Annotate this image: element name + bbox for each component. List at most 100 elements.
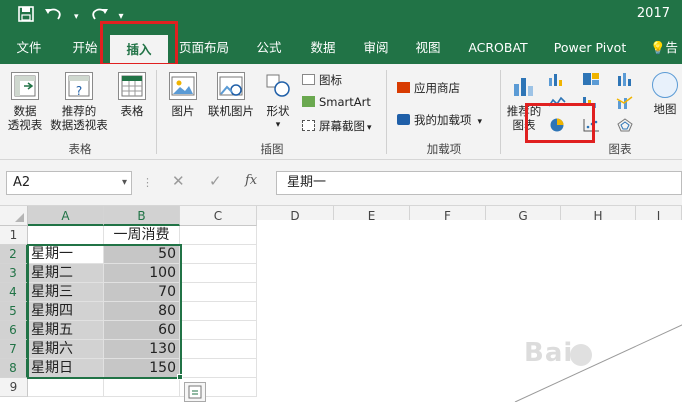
insert-function-icon[interactable]: fx (245, 173, 257, 188)
screenshot-icon (302, 120, 315, 131)
column-header-b[interactable]: B (104, 206, 180, 226)
store-button[interactable]: 应用商店 (397, 80, 460, 96)
cell-b9[interactable] (104, 378, 180, 397)
row-header-7[interactable]: 7 (0, 340, 28, 359)
screenshot-button[interactable]: 屏幕截图 ▾ (302, 118, 372, 134)
cell-b6[interactable]: 60 (104, 321, 180, 340)
chart-area-edge (514, 324, 682, 402)
row-header-9[interactable]: 9 (0, 378, 28, 397)
row-header-8[interactable]: 8 (0, 359, 28, 378)
ribbon-separator (156, 70, 157, 154)
tables-group-label: 表格 (68, 142, 92, 156)
cell-c6[interactable] (180, 321, 257, 340)
worksheet-grid: A B C D E F G H I 1 2 3 4 5 6 7 8 9 一周消费… (0, 206, 682, 402)
cell-a9[interactable] (28, 378, 104, 397)
cell-b5[interactable]: 80 (104, 302, 180, 321)
screenshot-dropdown-icon: ▾ (367, 123, 372, 133)
undo-dropdown-icon[interactable]: ▾ (74, 7, 79, 27)
my-addins-button[interactable]: 我的加载项 ▾ (397, 112, 482, 128)
quick-analysis-button[interactable] (184, 382, 206, 402)
cell-a8[interactable]: 星期日 (28, 359, 104, 378)
pivot-table-icon (11, 72, 39, 100)
save-icon[interactable] (18, 6, 34, 27)
select-all-corner[interactable] (0, 206, 28, 226)
column-header-c[interactable]: C (180, 206, 257, 226)
shapes-dropdown-icon: ▾ (275, 120, 281, 130)
fill-handle[interactable] (177, 374, 183, 380)
pictures-button[interactable]: 图片 (164, 72, 202, 118)
column-chart-icon[interactable] (548, 72, 566, 86)
cell-b7[interactable]: 130 (104, 340, 180, 359)
row-header-1[interactable]: 1 (0, 226, 28, 245)
icons-icon (302, 74, 315, 85)
tab-data[interactable]: 数据 (301, 32, 345, 64)
cell-c7[interactable] (180, 340, 257, 359)
radar-chart-icon[interactable] (616, 118, 634, 132)
my-addins-icon (397, 114, 410, 125)
ribbon-separator (386, 70, 387, 154)
recommended-pivot-button[interactable]: ? 推荐的 数据透视表 (46, 72, 112, 132)
combo-chart-icon[interactable] (616, 95, 634, 109)
cell-c1[interactable] (180, 226, 257, 245)
name-box[interactable]: A2 ▾ (6, 171, 132, 195)
watermark-paw-icon (570, 344, 592, 366)
cell-a1[interactable] (28, 226, 104, 245)
watermark-text: Bai (524, 338, 574, 368)
cell-b4[interactable]: 70 (104, 283, 180, 302)
highlight-insert-tab (100, 21, 178, 66)
name-box-dropdown-icon[interactable]: ▾ (122, 172, 127, 194)
tab-page-layout[interactable]: 页面布局 (174, 32, 234, 64)
statistic-chart-icon[interactable] (616, 72, 634, 86)
shapes-button[interactable]: 形状 ▾ (260, 72, 296, 132)
row-header-2[interactable]: 2 (0, 245, 28, 264)
cancel-icon[interactable]: ✕ (172, 172, 185, 190)
row-header-6[interactable]: 6 (0, 321, 28, 340)
cell-a2[interactable]: 星期一 (28, 245, 104, 264)
row-header-5[interactable]: 5 (0, 302, 28, 321)
enter-icon[interactable]: ✓ (209, 172, 222, 190)
undo-icon[interactable] (44, 6, 64, 27)
hierarchy-chart-icon[interactable] (582, 72, 600, 86)
icons-button[interactable]: 图标 (302, 72, 342, 88)
cell-b2[interactable]: 50 (104, 245, 180, 264)
formula-bar-grip-icon: ⋮ (142, 176, 153, 189)
formula-bar: A2 ▾ ⋮ ✕ ✓ fx 星期一 (0, 160, 682, 206)
row-header-4[interactable]: 4 (0, 283, 28, 302)
tab-formulas[interactable]: 公式 (247, 32, 291, 64)
column-header-a[interactable]: A (28, 206, 104, 226)
cell-a5[interactable]: 星期四 (28, 302, 104, 321)
cell-a4[interactable]: 星期三 (28, 283, 104, 302)
tab-acrobat[interactable]: ACROBAT (460, 32, 536, 64)
cell-b1[interactable]: 一周消费 (104, 226, 180, 245)
cell-c2[interactable] (180, 245, 257, 264)
cell-a6[interactable]: 星期五 (28, 321, 104, 340)
charts-group-label: 图表 (608, 142, 632, 156)
tab-file[interactable]: 文件 (8, 32, 50, 64)
cell-a3[interactable]: 星期二 (28, 264, 104, 283)
tab-power-pivot[interactable]: Power Pivot (547, 32, 633, 64)
tab-view[interactable]: 视图 (406, 32, 450, 64)
row-header-3[interactable]: 3 (0, 264, 28, 283)
pivot-table-button[interactable]: 数据 透视表 (4, 72, 46, 132)
smartart-button[interactable]: SmartArt (302, 95, 371, 109)
svg-text:?: ? (76, 84, 82, 98)
smartart-icon (302, 96, 315, 107)
cell-a7[interactable]: 星期六 (28, 340, 104, 359)
quick-analysis-icon (188, 385, 202, 399)
lightbulb-icon: 💡 (649, 40, 666, 55)
formula-input[interactable]: 星期一 (276, 171, 682, 195)
cell-b3[interactable]: 100 (104, 264, 180, 283)
cell-c8[interactable] (180, 359, 257, 378)
tab-review[interactable]: 审阅 (354, 32, 398, 64)
cell-c3[interactable] (180, 264, 257, 283)
chart-area[interactable] (257, 220, 682, 402)
map-chart-button[interactable]: 地图 (648, 72, 682, 116)
online-picture-icon (217, 72, 245, 100)
cell-c4[interactable] (180, 283, 257, 302)
cell-b8[interactable]: 150 (104, 359, 180, 378)
table-button[interactable]: 表格 (114, 72, 150, 118)
tab-tell-me[interactable]: 💡告 (646, 32, 682, 64)
cell-c5[interactable] (180, 302, 257, 321)
my-addins-dropdown-icon: ▾ (477, 117, 483, 127)
online-pictures-button[interactable]: 联机图片 (202, 72, 260, 118)
